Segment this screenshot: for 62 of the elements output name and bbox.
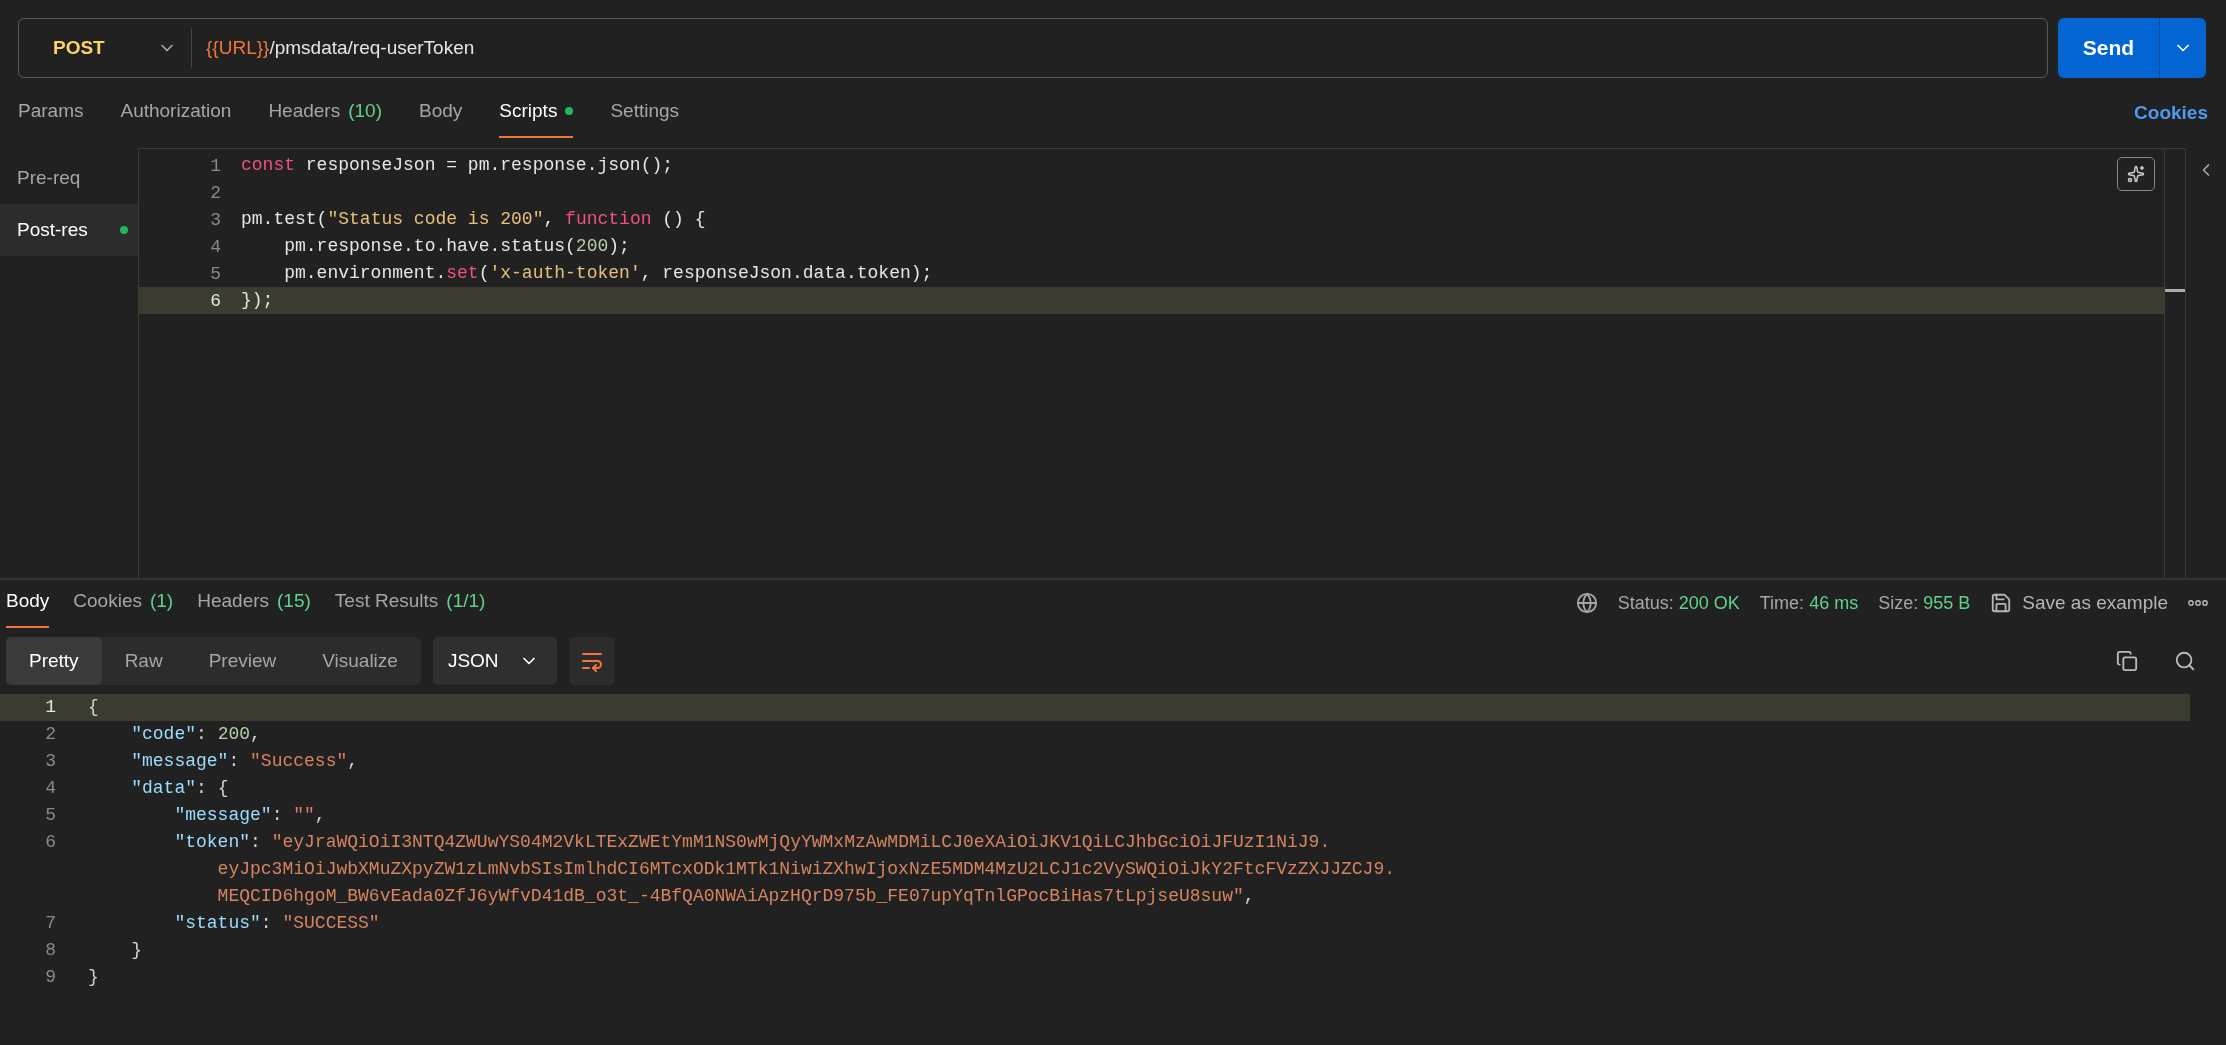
response-tab[interactable]: Headers (15)	[197, 590, 311, 628]
url-field[interactable]: {{URL}}/pmsdata/req-userToken	[192, 37, 2047, 59]
code-line: pm.environment.set('x-auth-token', responseJson.data.token);	[283, 262, 933, 285]
line-number: 6	[209, 290, 222, 311]
line-number: 7	[44, 912, 56, 935]
code-line: pm.test("Status code is 200", function () {	[241, 208, 706, 231]
request-tab[interactable]: Headers (10)	[268, 100, 382, 138]
code-line: eyJpc3MiOiJwbXMuZXpyZW1zLmNvbSIsImlhdCI6MTcxODk1MTk1NiwiZXhwIjoxNzE5MDM4MzU2LCJ1c2VySWQiOiJkY2FtcFVzZXJJZCJ9.	[216, 858, 1395, 881]
line-number: 9	[44, 966, 56, 989]
line-number: 8	[44, 939, 56, 962]
line-number: 1	[209, 155, 222, 176]
line-number: 5	[209, 263, 222, 284]
view-mode-tab[interactable]: Visualize	[299, 637, 421, 685]
format-dropdown[interactable]: JSON	[432, 637, 557, 685]
code-line: "status": "SUCCESS"	[173, 912, 380, 935]
code-line: "token": "eyJraWQiOiI3NTQ4ZWUwYS04M2VkLTExZWEtYmM1NS0wMjQyYWMxMzAwMDMiLCJ0eXAiOiJKV1QiLCJhbGciOiJFUzI1NiJ9.	[173, 831, 1332, 854]
globe-icon[interactable]	[1575, 592, 1598, 614]
line-number: 4	[44, 777, 56, 800]
send-button[interactable]: Send	[2058, 18, 2160, 78]
response-tab[interactable]: Cookies (1)	[73, 590, 174, 628]
code-line: });	[241, 289, 274, 312]
code-line: pm.response.to.have.status(200);	[283, 235, 630, 258]
code-line: "message": "",	[173, 804, 326, 827]
code-line: "code": 200,	[130, 723, 261, 746]
code-line: {	[88, 696, 99, 719]
code-line: MEQCID6hgoM_BW6vEada0ZfJ6yWfvD41dB_o3t_-4BfQA0NWAiApzHQrD975b_FE07upYqTnlGPocBiHas7tLpjseU8suw",	[216, 885, 1256, 908]
line-number: 3	[44, 750, 56, 773]
line-number: 2	[209, 182, 222, 203]
line-number: 5	[44, 804, 56, 827]
more-icon[interactable]	[2188, 599, 2208, 607]
cookies-link[interactable]: Cookies	[2134, 102, 2208, 138]
response-meta: Size: 955 B	[1878, 592, 1971, 614]
request-tab[interactable]: Params	[18, 100, 84, 138]
response-meta: Status: 200 OK	[1617, 592, 1740, 614]
code-line: "data": {	[130, 777, 229, 800]
line-number: 6	[44, 831, 56, 854]
view-mode-tab[interactable]: Raw	[101, 637, 186, 685]
line-number: 2	[44, 723, 56, 746]
line-number: 1	[44, 696, 56, 719]
code-line: const responseJson = pm.response.json();	[241, 154, 674, 177]
script-sidebar-item[interactable]: Post-res	[0, 204, 138, 256]
line-number: 3	[209, 209, 222, 230]
method-dropdown[interactable]: POST	[27, 28, 192, 68]
request-tab[interactable]: Scripts	[499, 100, 574, 138]
request-tab[interactable]: Settings	[610, 100, 680, 138]
response-tab[interactable]: Test Results (1/1)	[334, 590, 486, 628]
code-line: "message": "Success",	[130, 750, 359, 773]
line-number: 4	[209, 236, 222, 257]
view-mode-tab[interactable]: Preview	[185, 637, 300, 685]
response-meta: Time: 46 ms	[1759, 592, 1859, 614]
wrap-icon[interactable]	[568, 637, 615, 685]
sparkle-icon[interactable]	[2117, 157, 2155, 191]
save-example-button[interactable]: Save as example	[1990, 592, 2168, 614]
request-tab[interactable]: Authorization	[120, 100, 232, 138]
script-editor[interactable]: 1 const responseJson = pm.response.json(); 2 3 pm.test("Status code is 200", function () { 4 pm.response.to.have.status(200); 5 pm.environment.set('x-auth-token', responseJson.data.token); 6 });	[138, 148, 2186, 578]
view-mode-tab[interactable]: Pretty	[6, 637, 102, 685]
request-tab[interactable]: Body	[419, 100, 463, 138]
code-line: }	[88, 966, 99, 989]
code-line: }	[130, 939, 142, 962]
script-sidebar-item[interactable]: Pre-req	[0, 152, 138, 204]
response-tab[interactable]: Body	[6, 590, 50, 628]
save-icon	[1990, 592, 2013, 614]
